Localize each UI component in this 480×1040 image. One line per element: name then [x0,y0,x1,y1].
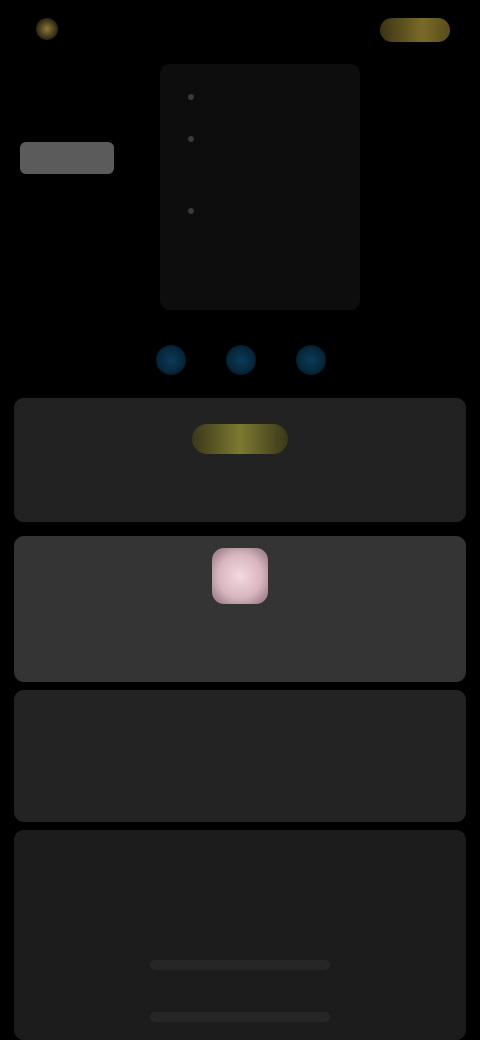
bullet-icon [188,135,194,142]
social-icon-3[interactable] [296,345,326,375]
dropdown-menu [160,64,360,310]
connect-button[interactable] [380,18,450,42]
menu-item-1[interactable] [188,88,204,106]
card1-badge[interactable] [192,424,288,454]
social-icon-2[interactable] [226,345,256,375]
feature-card-3 [14,690,466,822]
bullet-icon [188,207,194,214]
menu-item-3[interactable] [188,202,204,220]
feature-card-4 [14,830,466,1040]
social-icon-1[interactable] [156,345,186,375]
card4-placeholder-line [150,1012,330,1022]
side-tag-button[interactable] [20,142,114,174]
card4-placeholder-line [150,960,330,970]
logo-icon[interactable] [36,18,58,40]
bullet-icon [188,93,194,100]
app-icon[interactable] [212,548,268,604]
feature-card-1 [14,398,466,522]
menu-item-2[interactable] [188,130,204,148]
